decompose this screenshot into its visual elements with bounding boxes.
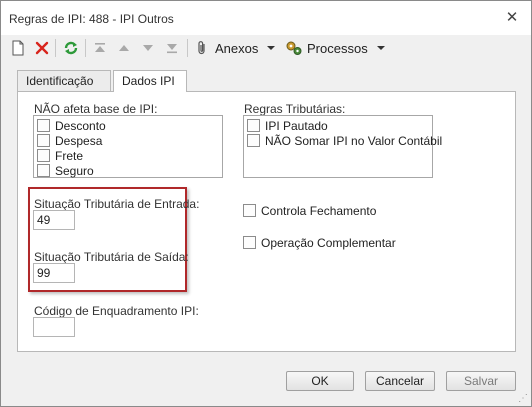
ok-button[interactable]: OK bbox=[286, 371, 354, 391]
checkbox-box[interactable] bbox=[37, 164, 50, 177]
toolbar: Anexos Processos bbox=[7, 36, 519, 61]
checkbox-label: Operação Complementar bbox=[261, 235, 396, 250]
chevron-down-icon bbox=[267, 46, 276, 50]
checkbox-label: Frete bbox=[55, 148, 84, 163]
toolbar-separator bbox=[55, 39, 56, 57]
anexos-label: Anexos bbox=[215, 40, 259, 56]
regras-tributarias-label: Regras Tributárias: bbox=[244, 102, 346, 116]
checkbox-label: Desconto bbox=[55, 118, 106, 133]
checkbox-seguro[interactable]: Seguro bbox=[37, 163, 94, 178]
codigo-enquadramento-field[interactable] bbox=[33, 317, 75, 337]
nao-afeta-list: Desconto Despesa Frete Seguro bbox=[33, 115, 223, 178]
checkbox-box[interactable] bbox=[37, 134, 50, 147]
regras-tributarias-list: IPI Pautado NÃO Somar IPI no Valor Contá… bbox=[243, 115, 442, 178]
tab-identificacao[interactable]: Identificação bbox=[17, 70, 111, 91]
last-record-icon[interactable] bbox=[165, 38, 179, 58]
checkbox-despesa[interactable]: Despesa bbox=[37, 133, 102, 148]
codigo-enquadramento-label: Código de Enquadramento IPI: bbox=[34, 304, 199, 318]
delete-icon[interactable] bbox=[35, 38, 49, 58]
refresh-icon[interactable] bbox=[63, 38, 79, 58]
dialog-window: Regras de IPI: 488 - IPI Outros ✕ Anexos… bbox=[0, 0, 532, 407]
checkbox-box[interactable] bbox=[247, 119, 260, 132]
title-bar: Regras de IPI: 488 - IPI Outros ✕ bbox=[1, 1, 531, 35]
checkbox-desconto[interactable]: Desconto bbox=[37, 118, 106, 133]
checkbox-box[interactable] bbox=[243, 204, 256, 217]
checkbox-box[interactable] bbox=[37, 149, 50, 162]
nao-afeta-label: NÃO afeta base de IPI: bbox=[34, 102, 158, 116]
tab-dados-ipi[interactable]: Dados IPI bbox=[113, 70, 187, 92]
checkbox-controla-fechamento[interactable]: Controla Fechamento bbox=[243, 203, 376, 218]
processos-label: Processos bbox=[307, 40, 368, 56]
toolbar-separator bbox=[187, 39, 188, 57]
toolbar-separator bbox=[85, 39, 86, 57]
checkbox-nao-somar-ipi[interactable]: NÃO Somar IPI no Valor Contábil bbox=[247, 133, 442, 148]
checkbox-label: Controla Fechamento bbox=[261, 203, 377, 218]
checkbox-box[interactable] bbox=[37, 119, 50, 132]
checkbox-label: IPI Pautado bbox=[265, 118, 328, 133]
cancel-button[interactable]: Cancelar bbox=[365, 371, 435, 391]
checkbox-label: Seguro bbox=[55, 163, 94, 178]
checkbox-label: Despesa bbox=[55, 133, 103, 148]
chevron-down-icon bbox=[376, 46, 385, 50]
checkbox-box[interactable] bbox=[247, 134, 260, 147]
checkbox-label: NÃO Somar IPI no Valor Contábil bbox=[265, 133, 443, 148]
gears-icon bbox=[286, 41, 302, 55]
checkbox-ipi-pautado[interactable]: IPI Pautado bbox=[247, 118, 328, 133]
previous-record-icon[interactable] bbox=[117, 38, 131, 58]
resize-grip-icon[interactable]: ⋰ bbox=[518, 394, 528, 404]
situacao-saida-label: Situação Tributária de Saída: bbox=[34, 250, 189, 264]
save-button[interactable]: Salvar bbox=[446, 371, 516, 391]
situacao-saida-field[interactable] bbox=[33, 263, 75, 283]
close-icon[interactable]: ✕ bbox=[503, 9, 521, 27]
checkbox-frete[interactable]: Frete bbox=[37, 148, 83, 163]
paperclip-icon bbox=[198, 41, 205, 55]
next-record-icon[interactable] bbox=[141, 38, 155, 58]
anexos-button[interactable]: Anexos bbox=[195, 38, 276, 58]
checkbox-box[interactable] bbox=[243, 236, 256, 249]
situacao-entrada-label: Situação Tributária de Entrada: bbox=[34, 197, 200, 211]
situacao-entrada-field[interactable] bbox=[33, 210, 75, 230]
checkbox-operacao-complementar[interactable]: Operação Complementar bbox=[243, 235, 396, 250]
processos-button[interactable]: Processos bbox=[285, 38, 386, 58]
window-title: Regras de IPI: 488 - IPI Outros bbox=[9, 12, 174, 26]
first-record-icon[interactable] bbox=[93, 38, 107, 58]
new-document-icon[interactable] bbox=[11, 38, 25, 58]
